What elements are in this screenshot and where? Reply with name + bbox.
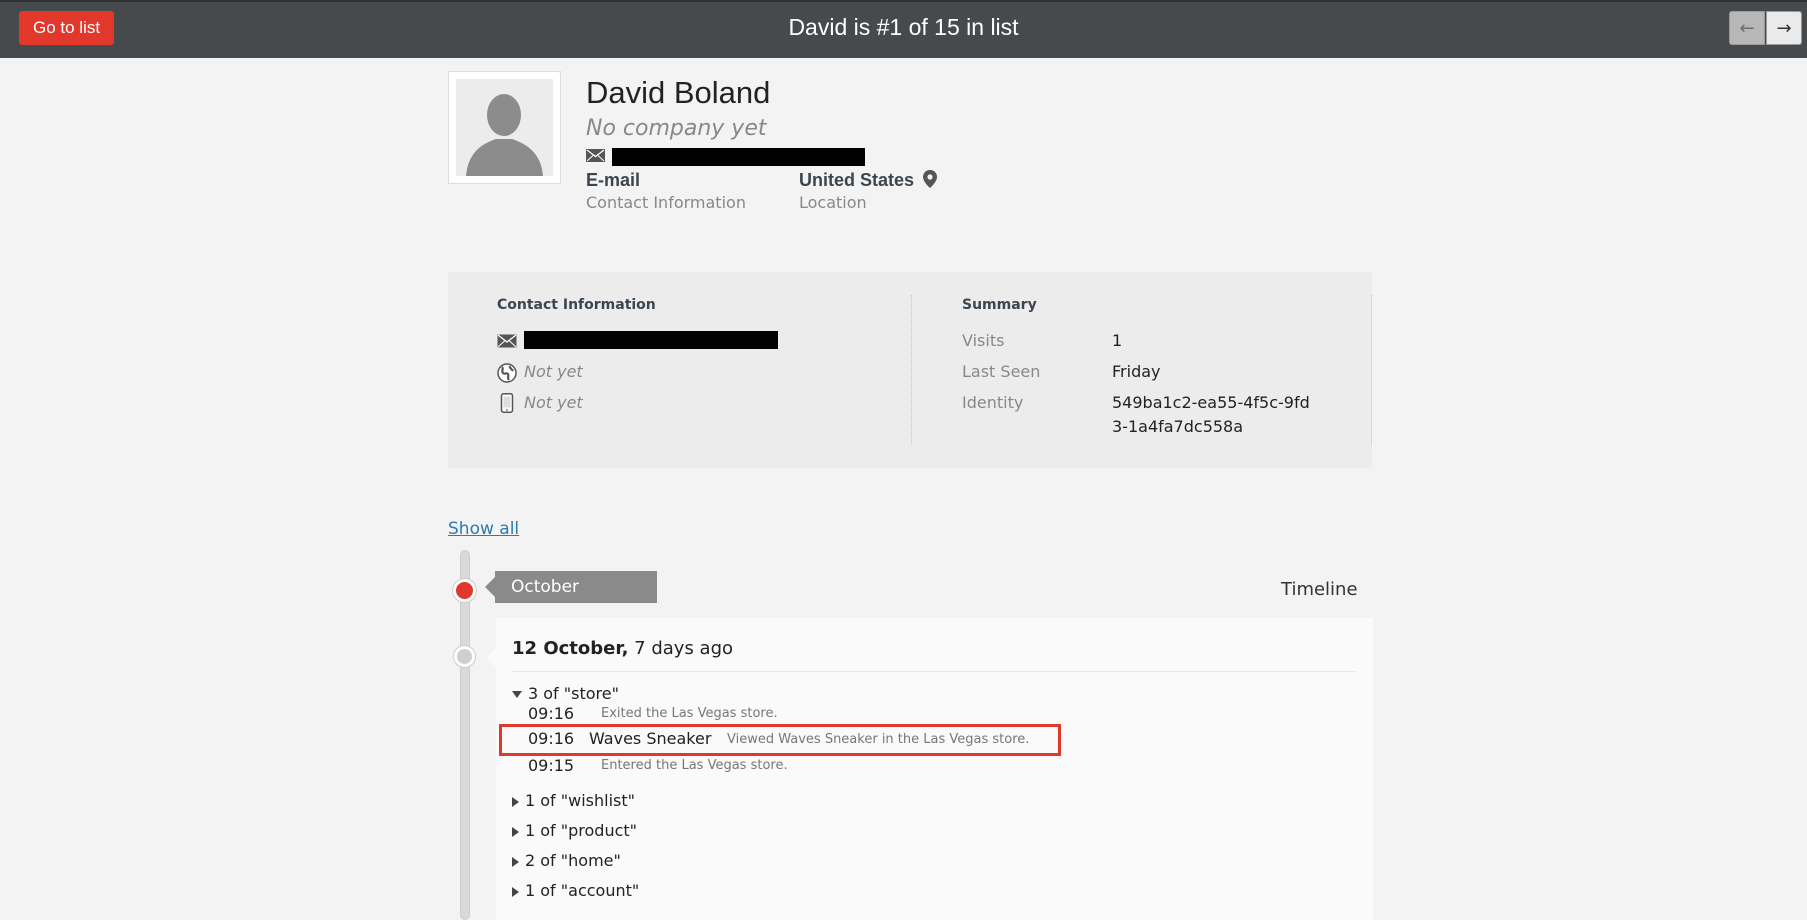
redacted-email (524, 331, 778, 349)
group-toggle-wishlist[interactable]: 1 of "wishlist" (512, 791, 635, 810)
top-bar: Go to list David is #1 of 15 in list ← → (0, 0, 1807, 58)
caret-down-icon (512, 691, 522, 698)
location-label: Location (799, 193, 867, 212)
website-value: Not yet (524, 362, 583, 381)
event-description: Viewed Waves Sneaker in the Las Vegas st… (727, 732, 1030, 747)
contact-method-value: E-mail (586, 170, 641, 190)
timeline-day-marker (454, 646, 475, 667)
group-label: 1 of "wishlist" (525, 791, 635, 810)
caret-right-icon (512, 826, 519, 837)
group-toggle-account[interactable]: 1 of "account" (512, 881, 639, 900)
next-button[interactable]: → (1766, 11, 1802, 45)
group-toggle-store[interactable]: 3 of "store" (512, 684, 619, 703)
envelope-icon (497, 334, 517, 348)
profile-company: No company yet (586, 116, 767, 141)
arrow-left-icon: ← (1739, 17, 1755, 39)
redacted-email (612, 148, 865, 166)
timeline-heading: Timeline (1281, 579, 1358, 600)
group-label: 2 of "home" (525, 851, 621, 870)
day-ago: 7 days ago (634, 638, 734, 659)
summary-heading: Summary (962, 297, 1037, 313)
panel-divider (911, 295, 912, 445)
summary-label-identity: Identity (962, 393, 1024, 412)
event-time: 09:16 (528, 729, 575, 748)
phone-value: Not yet (524, 393, 583, 412)
caret-right-icon (512, 796, 519, 807)
timeline-month-marker (453, 579, 476, 602)
event-title: Waves Sneaker (589, 729, 712, 748)
arrow-right-icon: → (1776, 17, 1792, 39)
panel-divider (1371, 295, 1372, 445)
envelope-icon (586, 149, 605, 162)
timeline-track (460, 550, 470, 920)
group-toggle-home[interactable]: 2 of "home" (512, 851, 621, 870)
group-label: 1 of "product" (525, 821, 638, 840)
summary-value-visits: 1 (1112, 331, 1123, 350)
summary-label-visits: Visits (962, 331, 1005, 350)
mobile-phone-icon (500, 393, 514, 413)
group-label: 1 of "account" (525, 881, 640, 900)
profile-name: David Boland (586, 75, 771, 110)
person-silhouette-icon (456, 79, 553, 176)
summary-value-identity: 549ba1c2-ea55-4f5c-9fd3-1a4fa7dc558a (1112, 393, 1310, 436)
caret-right-icon (512, 856, 519, 867)
previous-button[interactable]: ← (1729, 11, 1765, 45)
month-label: October (485, 571, 657, 603)
event-time: 09:16 (528, 704, 575, 723)
location-value: United States (799, 170, 938, 191)
globe-icon (497, 363, 517, 383)
map-pin-icon (923, 170, 938, 188)
day-date: 12 October, (512, 638, 629, 659)
show-all-link[interactable]: Show all (448, 519, 519, 539)
event-description: Exited the Las Vegas store. (601, 706, 778, 721)
contact-method-label: Contact Information (586, 193, 746, 212)
event-time: 09:15 (528, 756, 575, 775)
group-toggle-product[interactable]: 1 of "product" (512, 821, 637, 840)
location-text: United States (799, 170, 915, 190)
summary-label-last-seen: Last Seen (962, 362, 1041, 381)
group-label: 3 of "store" (528, 684, 619, 703)
caret-right-icon (512, 886, 519, 897)
event-description: Entered the Las Vegas store. (601, 758, 788, 773)
day-title: 12 October, 7 days ago (512, 638, 733, 659)
avatar (448, 71, 561, 184)
summary-value-last-seen: Friday (1112, 362, 1161, 381)
divider (512, 671, 1355, 672)
page-title: David is #1 of 15 in list (788, 14, 1019, 40)
contact-info-heading: Contact Information (497, 297, 656, 313)
